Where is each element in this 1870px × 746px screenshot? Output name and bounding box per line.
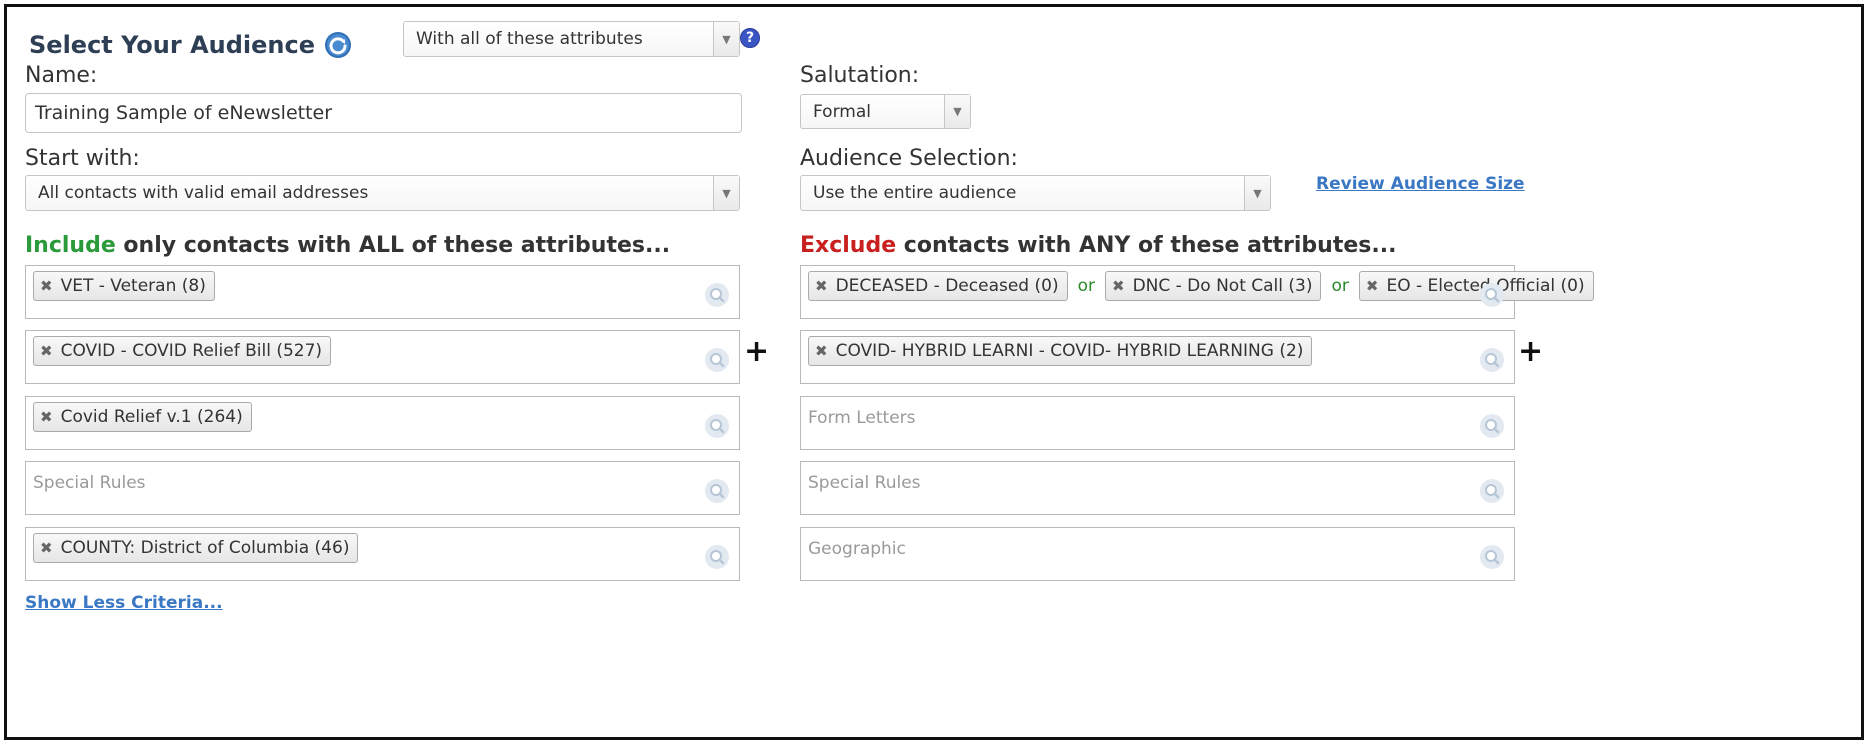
remove-tag-icon[interactable]: ✖ [815,342,828,360]
remove-tag-icon[interactable]: ✖ [815,277,828,295]
include-word: Include [25,233,116,258]
search-icon[interactable] [705,414,729,438]
attribute-tag[interactable]: ✖ COVID - COVID Relief Bill (527) [33,336,332,366]
exclude-heading-text: contacts with ANY of these attributes... [896,233,1397,258]
show-less-criteria-link[interactable]: Show Less Criteria... [25,593,223,613]
include-special-rules-box[interactable]: Special Rules [25,461,740,515]
search-icon[interactable] [1480,414,1504,438]
review-audience-size-link[interactable]: Review Audience Size [1316,174,1525,194]
tag-label: Covid Relief v.1 (264) [60,407,243,427]
attribute-tag[interactable]: ✖ DECEASED - Deceased (0) [808,271,1068,301]
special-rules-placeholder: Special Rules [33,473,146,493]
tag-label: DECEASED - Deceased (0) [835,276,1059,296]
salutation-select[interactable]: Formal ▼ [800,94,971,129]
page-title: Select Your Audience [29,31,352,59]
tag-list: ✖ COVID- HYBRID LEARNI - COVID- HYBRID LE… [808,336,1313,366]
attribute-tag[interactable]: ✖ VET - Veteran (8) [33,271,215,301]
or-separator: or [1331,276,1349,296]
name-label: Name: [25,63,98,88]
search-icon[interactable] [1480,479,1504,503]
or-separator: or [1077,276,1095,296]
tag-label: DNC - Do Not Call (3) [1132,276,1313,296]
attribute-tag[interactable]: ✖ DNC - Do Not Call (3) [1104,271,1322,301]
start-with-select[interactable]: All contacts with valid email addresses … [25,175,740,211]
search-icon[interactable] [705,348,729,372]
search-icon[interactable] [1480,348,1504,372]
tag-list: ✖ DECEASED - Deceased (0) or ✖ DNC - Do No… [808,271,1594,301]
include-criteria-box[interactable]: ✖ Covid Relief v.1 (264) [25,396,740,450]
audience-selection-value: Use the entire audience [813,183,1017,203]
chevron-down-icon: ▼ [944,95,970,128]
add-exclude-criteria-button[interactable]: + [1518,337,1543,367]
exclude-form-letters-box[interactable]: Form Letters [800,396,1515,450]
remove-tag-icon[interactable]: ✖ [40,277,53,295]
tag-label: VET - Veteran (8) [60,276,206,296]
form-letters-placeholder: Form Letters [808,408,916,428]
exclude-geographic-box[interactable]: Geographic [800,527,1515,581]
add-include-criteria-button[interactable]: + [744,337,769,367]
attribute-tag[interactable]: ✖ COUNTY: District of Columbia (46) [33,533,359,563]
exclude-heading: Exclude contacts with ANY of these attri… [800,233,1396,258]
tag-list: ✖ VET - Veteran (8) [33,271,215,301]
name-field[interactable]: Training Sample of eNewsletter [25,93,742,133]
attribute-tag[interactable]: ✖ COVID- HYBRID LEARNI - COVID- HYBRID LE… [808,336,1313,366]
exclude-criteria-box[interactable]: ✖ DECEASED - Deceased (0) or ✖ DNC - Do No… [800,265,1594,319]
remove-tag-icon[interactable]: ✖ [40,539,53,557]
chevron-down-icon: ▼ [713,176,739,210]
search-icon[interactable] [705,545,729,569]
remove-tag-icon[interactable]: ✖ [40,408,53,426]
special-rules-placeholder: Special Rules [808,473,921,493]
help-icon[interactable]: ? [740,28,760,48]
audience-selection-label: Audience Selection: [800,146,1018,171]
page-title-text: Select Your Audience [29,31,315,59]
include-heading: Include only contacts with ALL of these … [25,233,670,258]
geographic-placeholder: Geographic [808,539,906,559]
remove-tag-icon[interactable]: ✖ [1366,277,1379,295]
search-icon[interactable] [1480,545,1504,569]
chevron-down-icon: ▼ [713,22,739,56]
start-with-label: Start with: [25,146,140,171]
exclude-word: Exclude [800,233,897,258]
remove-tag-icon[interactable]: ✖ [1112,277,1125,295]
include-criteria-box[interactable]: ✖ COUNTY: District of Columbia (46) [25,527,740,581]
chevron-down-icon: ▼ [1244,176,1270,210]
match-mode-value: With all of these attributes [416,29,643,49]
salutation-value: Formal [813,101,871,122]
include-heading-text: only contacts with ALL of these attribut… [115,233,671,258]
refresh-icon[interactable] [324,31,352,59]
tag-list: ✖ Covid Relief v.1 (264) [33,402,252,432]
tag-label: COUNTY: District of Columbia (46) [60,538,350,558]
exclude-special-rules-box[interactable]: Special Rules [800,461,1515,515]
attribute-tag[interactable]: ✖ EO - Elected Official (0) [1358,271,1594,301]
search-icon[interactable] [705,479,729,503]
exclude-criteria-box[interactable]: ✖ COVID- HYBRID LEARNI - COVID- HYBRID LE… [800,330,1515,384]
salutation-label: Salutation: [800,63,920,88]
audience-panel: Select Your Audience With all of these a… [4,4,1864,740]
start-with-value: All contacts with valid email addresses [38,183,369,203]
tag-label: COVID - COVID Relief Bill (527) [60,341,323,361]
tag-list: ✖ COVID - COVID Relief Bill (527) [33,336,332,366]
match-mode-select[interactable]: With all of these attributes ▼ [403,21,740,57]
tag-label: COVID- HYBRID LEARNI - COVID- HYBRID LEA… [835,341,1304,361]
attribute-tag[interactable]: ✖ Covid Relief v.1 (264) [33,402,252,432]
search-icon[interactable] [1480,283,1504,307]
search-icon[interactable] [705,283,729,307]
include-criteria-box[interactable]: ✖ COVID - COVID Relief Bill (527) [25,330,740,384]
tag-list: ✖ COUNTY: District of Columbia (46) [33,533,359,563]
include-criteria-box[interactable]: ✖ VET - Veteran (8) [25,265,740,319]
remove-tag-icon[interactable]: ✖ [40,342,53,360]
audience-selection-select[interactable]: Use the entire audience ▼ [800,175,1271,211]
